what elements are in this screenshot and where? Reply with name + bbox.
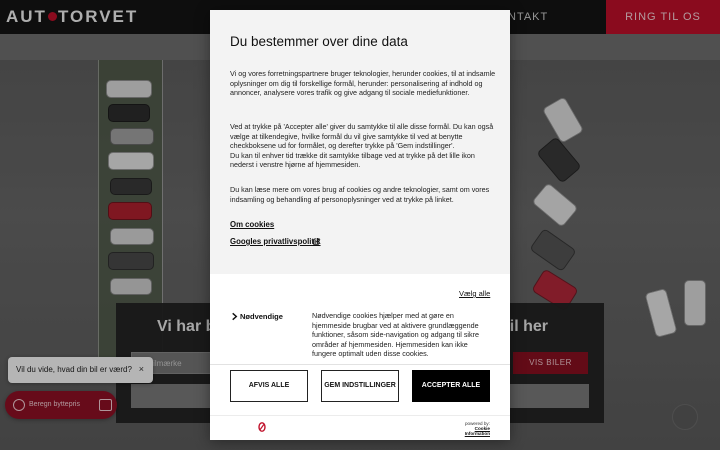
cookie-consent-dialog: Du bestemmer over dine data Vi og vores … [210, 10, 510, 440]
consent-paragraph-3: Du kan læse mere om vores brug af cookie… [230, 185, 490, 204]
external-link-icon [313, 238, 320, 245]
necessary-category-description: Nødvendige cookies hjælper med at gøre e… [312, 311, 480, 359]
select-all-link[interactable]: Vælg alle [459, 289, 490, 298]
cookie-information-logo-icon[interactable] [258, 422, 266, 432]
chevron-right-icon[interactable] [230, 312, 239, 321]
save-settings-button[interactable]: GEM INDSTILLINGER [321, 370, 399, 402]
necessary-category-label[interactable]: Nødvendige [240, 312, 283, 321]
about-cookies-link[interactable]: Om cookies [230, 220, 274, 229]
consent-paragraph-2a: Ved at trykke på 'Accepter alle' giver d… [230, 122, 494, 151]
consent-categories: Vælg alle Nødvendige Nødvendige cookies … [210, 274, 510, 364]
google-privacy-link[interactable]: Googles privatlivspolitik [230, 237, 321, 246]
powered-by-name[interactable]: Cookie Information [454, 426, 490, 436]
consent-paragraph-1: Vi og vores forretningspartnere bruger t… [230, 69, 496, 98]
consent-paragraph-2b: Du kan til enhver tid trække dit samtykk… [230, 150, 475, 170]
consent-title: Du bestemmer over dine data [230, 34, 408, 49]
consent-paragraph-2: Ved at trykke på 'Accepter alle' giver d… [230, 122, 496, 170]
consent-actions: AFVIS ALLE GEM INDSTILLINGER ACCEPTER AL… [210, 364, 510, 440]
footer-divider [210, 415, 510, 416]
accept-all-button[interactable]: ACCEPTER ALLE [412, 370, 490, 402]
powered-by: powered by: Cookie Information [454, 421, 490, 437]
consent-info-section: Du bestemmer over dine data Vi og vores … [210, 10, 510, 274]
reject-all-button[interactable]: AFVIS ALLE [230, 370, 308, 402]
